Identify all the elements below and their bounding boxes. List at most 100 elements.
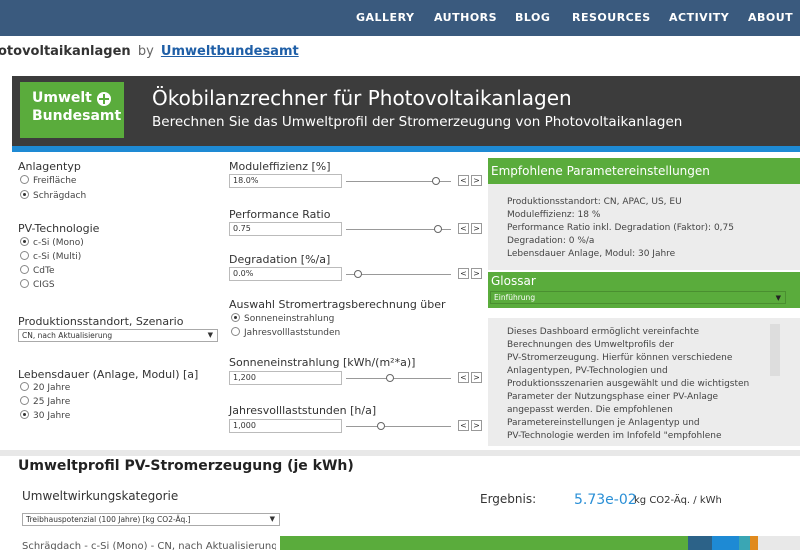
anlagentyp-option-freiflaeche[interactable]: Freifläche [20,175,76,186]
jahresvoll-input[interactable]: 1,000 [229,419,342,433]
degradation-decrement-icon[interactable]: < [458,268,469,279]
result-row-label: Schrägdach - c-Si (Mono) - CN, nach Aktu… [22,541,276,550]
sonne-slider-thumb[interactable] [385,374,394,382]
degradation-increment-icon[interactable]: > [471,268,482,279]
radio-icon [20,265,29,274]
auswahl-option-jahresvoll[interactable]: Jahresvolllaststunden [231,327,340,338]
jahresvoll-slider-track[interactable] [346,426,451,427]
jahresvoll-slider-thumb[interactable] [377,422,386,430]
viz-title-line: otovoltaikanlagen by Umweltbundesamt [0,44,299,64]
info-line: Lebensdauer Anlage, Modul: 30 Jahre [507,249,676,259]
glossar-title: Glossar [491,274,536,288]
radio-icon [20,396,29,405]
empfohlen-title: Empfohlene Parametereinstellungen [488,158,800,184]
glossar-select[interactable]: Einführung ▼ [490,291,786,304]
glossar-line: Produktionsszenarien ausgewählt und die … [507,379,750,389]
auswahl-option-sonne[interactable]: Sonneneinstrahlung [231,313,334,324]
sonne-increment-icon[interactable]: > [471,372,482,383]
radio-icon [20,251,29,260]
caret-down-icon: ▼ [207,331,213,339]
radio-icon [231,327,240,336]
ergebnis-value: 5.73e-02 [574,492,637,508]
logo-line-2: Bundesamt [32,108,122,124]
jahresvoll-label: Jahresvolllaststunden [h/a] [229,404,377,417]
select-value: Treibhauspotenzial (100 Jahre) [kg CO2-Ä… [26,515,191,524]
jahresvoll-decrement-icon[interactable]: < [458,420,469,431]
pvtech-option-cdte[interactable]: CdTe [20,265,55,276]
glossar-line: Anlagentypen, PV-Technologien und [507,366,668,376]
anlagentyp-label: Anlagentyp [18,160,81,173]
result-bar-segment [280,536,688,550]
author-link[interactable]: Umweltbundesamt [161,44,299,59]
info-line: Produktionsstandort: CN, APAC, US, EU [507,197,682,207]
option-label: Jahresvolllaststunden [244,328,341,338]
moduleffizienz-input[interactable]: 18.0% [229,174,342,188]
radio-icon [20,279,29,288]
empfohlen-text: Produktionsstandort: CN, APAC, US, EU Mo… [507,196,734,261]
select-value: Einführung [494,293,536,302]
nav-blog[interactable]: BLOG [515,11,550,24]
option-label: c-Si (Mono) [33,238,84,248]
pvtech-option-multi[interactable]: c-Si (Multi) [20,251,81,262]
glossar-scrollbar[interactable] [770,324,780,376]
umweltbundesamt-logo: Umwelt Bundesamt [20,82,124,138]
pvtech-label: PV-Technologie [18,222,100,235]
degradation-slider-thumb[interactable] [354,270,362,278]
glossar-line: Parametereinstellungen je Anlagentyp und [507,418,700,428]
pvtech-option-cigs[interactable]: CIGS [20,279,55,290]
sonne-input[interactable]: 1,200 [229,371,342,385]
caret-down-icon: ▼ [269,515,275,523]
anlagentyp-option-schraegdach[interactable]: Schrägdach [20,190,86,201]
nav-about[interactable]: ABOUT [748,11,793,24]
umweltprofil-heading: Umweltprofil PV-Stromerzeugung (je kWh) [18,458,354,474]
glossar-line: angepasst werden. Die empfohlenen [507,405,673,415]
moduleffizienz-label: Moduleffizienz [%] [229,160,331,173]
jahresvoll-increment-icon[interactable]: > [471,420,482,431]
moduleffizienz-increment-icon[interactable]: > [471,175,482,186]
pvtech-option-mono[interactable]: c-Si (Mono) [20,237,84,248]
sonne-slider-track[interactable] [346,378,451,379]
standort-label: Produktionsstandort, Szenario [18,315,184,328]
radio-selected-icon [20,237,29,246]
glossar-text: Dieses Dashboard ermöglicht vereinfachte… [507,326,749,443]
sonne-label: Sonneneinstrahlung [kWh/(m²*a)] [229,356,416,369]
info-line: Moduleffizienz: 18 % [507,210,601,220]
radio-icon [20,382,29,391]
degradation-input[interactable]: 0.0% [229,267,342,281]
ergebnis-unit: kg CO2-Äq. / kWh [634,495,722,506]
lebensdauer-option-20[interactable]: 20 Jahre [20,382,70,393]
nav-resources[interactable]: RESOURCES [572,11,651,24]
option-label: 30 Jahre [33,411,71,421]
option-label: 20 Jahre [33,383,71,393]
kategorie-select[interactable]: Treibhauspotenzial (100 Jahre) [kg CO2-Ä… [22,513,280,526]
option-label: 25 Jahre [33,397,71,407]
info-line: Degradation: 0 %/a [507,236,595,246]
glossar-line: Berechnungen des Umweltprofils der [507,340,674,350]
nav-activity[interactable]: ACTIVITY [669,11,729,24]
standort-select[interactable]: CN, nach Aktualisierung ▼ [18,329,218,342]
result-bar-background [758,536,800,550]
select-value: CN, nach Aktualisierung [22,331,113,340]
option-label: CdTe [33,266,55,276]
performance-decrement-icon[interactable]: < [458,223,469,234]
lebensdauer-option-25[interactable]: 25 Jahre [20,396,70,407]
performance-increment-icon[interactable]: > [471,223,482,234]
ergebnis-label: Ergebnis: [480,492,537,506]
performance-slider-thumb[interactable] [433,225,442,233]
radio-icon [20,175,29,184]
nav-gallery[interactable]: GALLERY [356,11,414,24]
moduleffizienz-decrement-icon[interactable]: < [458,175,469,186]
moduleffizienz-slider-thumb[interactable] [431,177,440,185]
performance-input[interactable]: 0.75 [229,222,342,236]
option-label: Sonneneinstrahlung [244,314,335,324]
degradation-label: Degradation [%/a] [229,253,331,266]
nav-authors[interactable]: AUTHORS [434,11,497,24]
lebensdauer-option-30[interactable]: 30 Jahre [20,410,70,421]
result-bar-segment [750,536,758,550]
logo-line-1: Umwelt [32,90,92,106]
radio-selected-icon [20,410,29,419]
glossar-line: Parameter der Nutzungsphase einer PV-Anl… [507,392,719,402]
result-bar-segment [688,536,712,550]
sonne-decrement-icon[interactable]: < [458,372,469,383]
radio-selected-icon [231,313,240,322]
